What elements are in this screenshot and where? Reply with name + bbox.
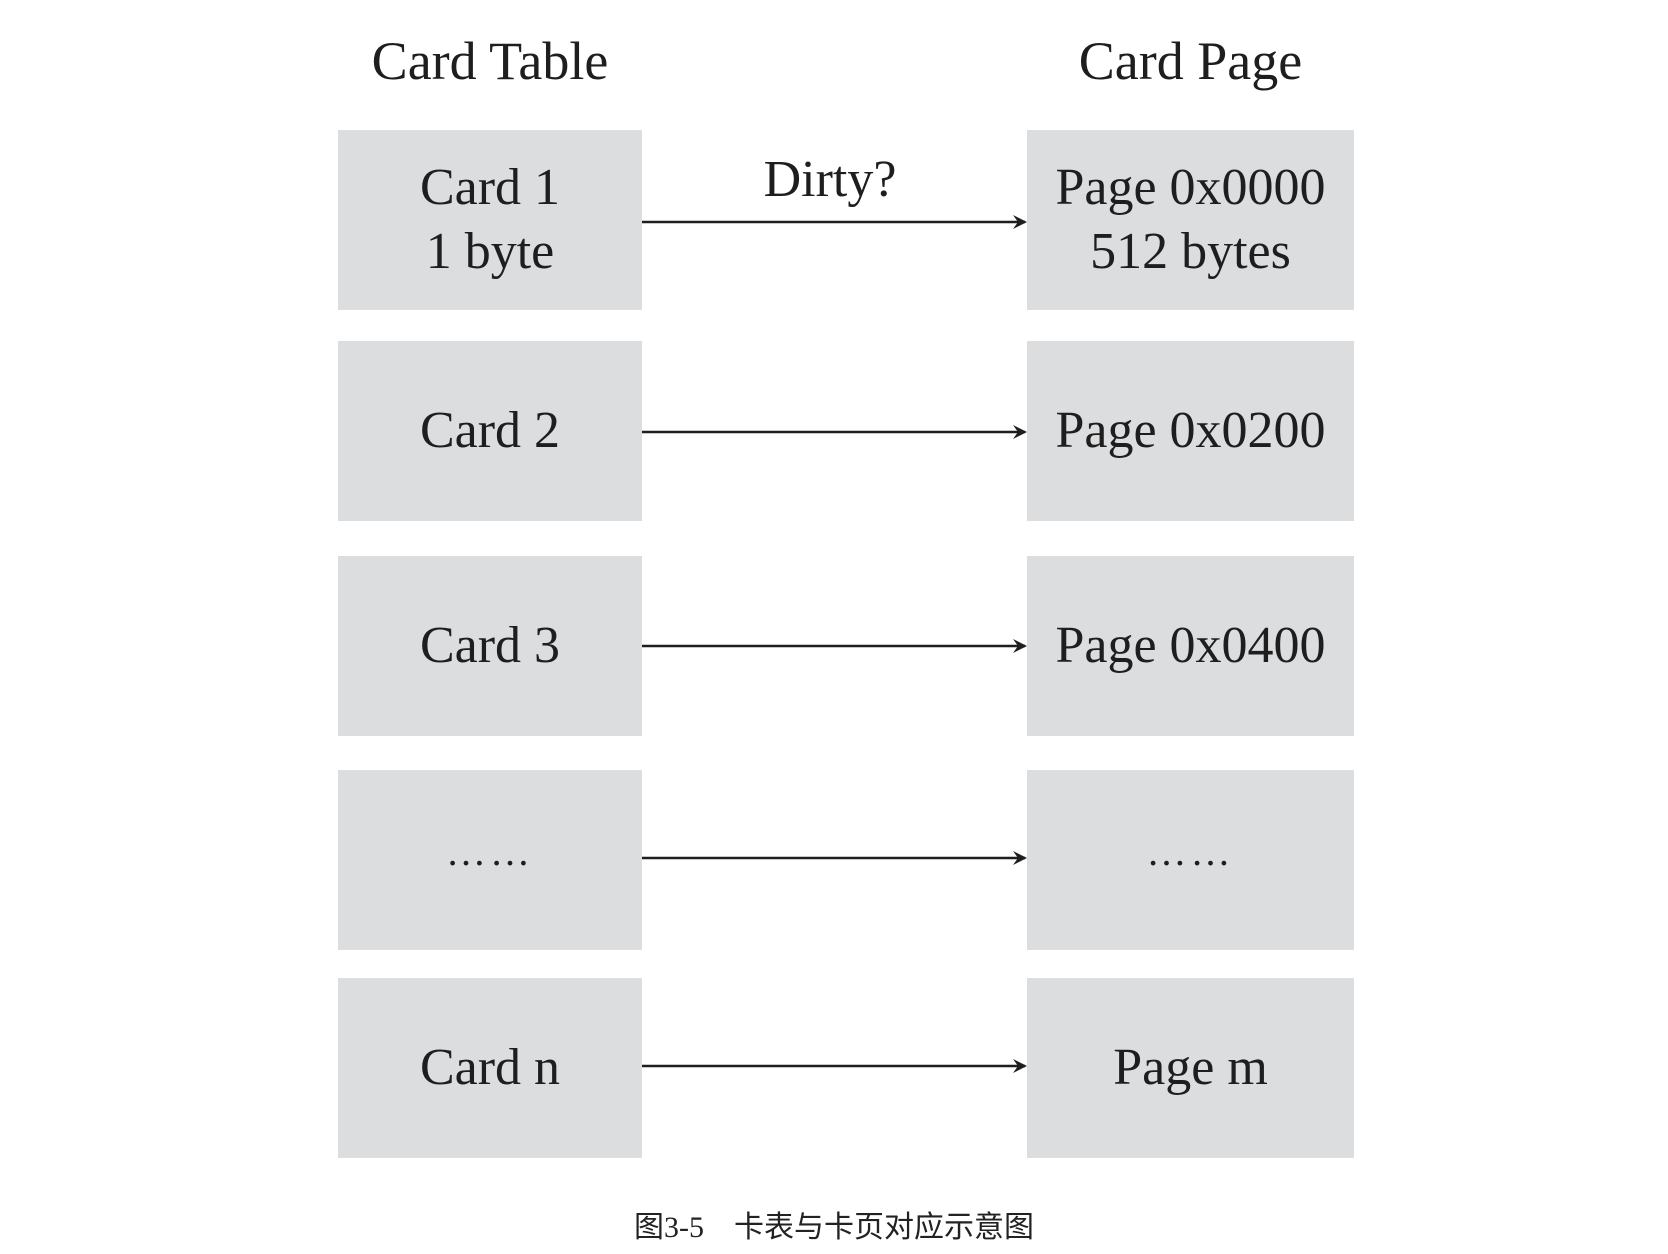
dirty-question-label: Dirty? — [763, 151, 897, 208]
figure-caption: 图3-5 卡表与卡页对应示意图 — [634, 1211, 1034, 1244]
